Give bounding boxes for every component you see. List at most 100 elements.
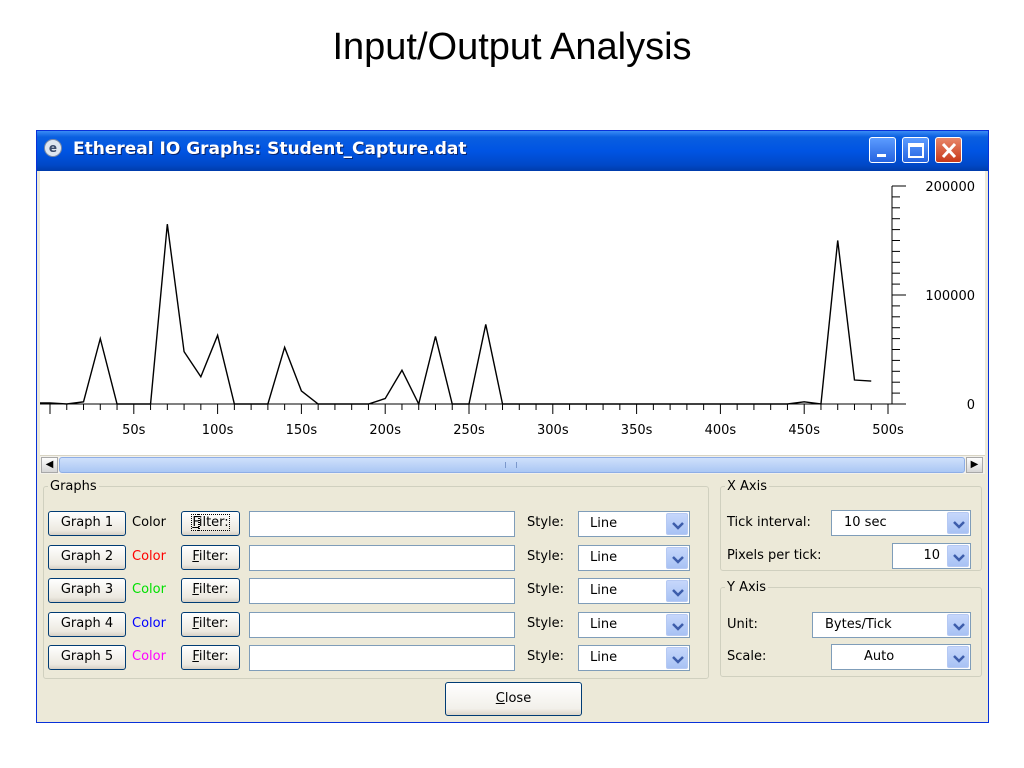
graph-4-filter-input[interactable] — [249, 611, 515, 638]
graph-3-filter-input[interactable] — [249, 578, 515, 604]
graph-4-color-label[interactable]: Color — [132, 615, 166, 633]
scroll-grip-icon — [505, 462, 517, 468]
pixels-per-tick-select[interactable]: 10 — [892, 543, 971, 569]
x-tick-label: 350s — [621, 423, 653, 438]
graph-3-toggle-button[interactable]: Graph 3 — [48, 578, 126, 603]
pixels-per-tick-label: Pixels per tick: — [727, 548, 822, 563]
minimize-button[interactable] — [869, 137, 896, 163]
graph-4-toggle-button[interactable]: Graph 4 — [48, 611, 126, 637]
scroll-thumb[interactable] — [59, 457, 965, 473]
unit-label: Unit: — [727, 617, 758, 632]
chevron-down-icon[interactable] — [666, 647, 688, 669]
x-axis-legend: X Axis — [727, 479, 768, 494]
scale-value: Auto — [864, 649, 895, 664]
tick-interval-select[interactable]: 10 sec — [831, 510, 971, 536]
graphs-legend: Graphs — [50, 479, 97, 494]
graph-2-toggle-button[interactable]: Graph 2 — [48, 544, 126, 570]
graph-3-style-select[interactable]: Line — [578, 578, 690, 604]
graph-1-style-select[interactable]: Line — [578, 511, 690, 537]
unit-value: Bytes/Tick — [825, 617, 892, 632]
ethereal-app-icon: e — [44, 139, 62, 157]
style-value: Line — [590, 516, 618, 531]
x-tick-label: 150s — [286, 423, 318, 438]
graph-1-style-label: Style: — [527, 515, 565, 530]
close-label: lose — [504, 691, 532, 706]
x-tick-label: 400s — [705, 423, 737, 438]
tick-interval-label: Tick interval: — [727, 515, 811, 530]
x-axis-group: X Axis Tick interval: 10 sec Pixels per … — [720, 479, 982, 571]
scroll-right-button[interactable]: ▶ — [966, 457, 983, 473]
graph-4-filter-button[interactable]: Filter: — [181, 611, 240, 637]
style-value: Line — [590, 583, 618, 598]
y-axis-legend: Y Axis — [727, 580, 767, 595]
y-tick-label: 0 — [967, 398, 975, 413]
graph-1-color-label[interactable]: Color — [132, 514, 166, 532]
maximize-button[interactable] — [902, 137, 929, 163]
graph-5-color-label[interactable]: Color — [132, 648, 166, 666]
style-value: Line — [590, 616, 618, 632]
graph-4-style-label: Style: — [527, 615, 565, 631]
io-graph-canvas[interactable]: 50s 100s 150s 200s 250s 300s 350s 400s 450s 500s 2… — [40, 171, 985, 455]
chevron-down-icon[interactable] — [947, 512, 969, 534]
close-accel: C — [495, 691, 505, 706]
graph-5-toggle-button[interactable]: Graph 5 — [48, 645, 126, 670]
io-graphs-window: e Ethereal IO Graphs: Student_Capture.da… — [36, 130, 989, 723]
chevron-down-icon[interactable] — [947, 545, 969, 567]
graph-2-color-label[interactable]: Color — [132, 548, 166, 566]
tick-interval-value: 10 sec — [844, 515, 887, 530]
scale-select[interactable]: Auto — [831, 644, 971, 670]
window-title: Ethereal IO Graphs: Student_Capture.dat — [73, 139, 467, 159]
style-value: Line — [590, 549, 618, 565]
pixels-per-tick-value: 10 — [923, 548, 940, 563]
filter-label: ilter: — [198, 582, 229, 597]
close-window-button[interactable] — [935, 137, 962, 163]
graph-2-filter-button[interactable]: Filter: — [181, 544, 240, 570]
filter-label: ilter: — [197, 514, 230, 531]
x-tick-label: 200s — [369, 423, 401, 438]
graph-2-style-select[interactable]: Line — [578, 544, 690, 571]
graphs-group: Graphs Graph 1 Color Filter: Style: Line Grap… — [43, 479, 709, 679]
graph-3-style-label: Style: — [527, 582, 565, 597]
chevron-down-icon[interactable] — [947, 614, 969, 636]
title-bar[interactable]: e Ethereal IO Graphs: Student_Capture.da… — [37, 131, 988, 171]
graph-1-filter-button[interactable]: Filter: — [181, 511, 240, 536]
chevron-down-icon[interactable] — [666, 546, 688, 569]
graph-5-style-select[interactable]: Line — [578, 645, 690, 671]
x-tick-label: 500s — [872, 423, 904, 438]
graph-3-color-label[interactable]: Color — [132, 581, 166, 599]
y-tick-label: 100000 — [925, 289, 975, 304]
chevron-down-icon[interactable] — [947, 646, 969, 668]
graph-5-filter-button[interactable]: Filter: — [181, 645, 240, 670]
chevron-down-icon[interactable] — [666, 580, 688, 602]
x-tick-label: 250s — [453, 423, 485, 438]
y-tick-label: 200000 — [925, 180, 975, 195]
scroll-left-button[interactable]: ◀ — [41, 457, 58, 473]
series-line — [40, 224, 872, 407]
graph-1-filter-input[interactable] — [249, 511, 515, 537]
x-tick-label: 50s — [122, 423, 146, 438]
filter-label: ilter: — [198, 615, 229, 631]
chevron-down-icon[interactable] — [666, 613, 688, 636]
close-icon — [941, 142, 957, 159]
x-tick-label: 100s — [202, 423, 234, 438]
filter-label: ilter: — [198, 649, 229, 664]
chevron-down-icon[interactable] — [666, 513, 688, 535]
x-tick-label: 450s — [788, 423, 820, 438]
io-line-chart: 50s 100s 150s 200s 250s 300s 350s 400s 450s 500s 2… — [40, 180, 975, 438]
horizontal-scrollbar[interactable]: ◀ ▶ — [40, 455, 985, 474]
minimize-icon — [877, 154, 886, 157]
graph-1-toggle-button[interactable]: Graph 1 — [48, 511, 126, 536]
filter-label: ilter: — [198, 548, 229, 564]
graph-4-style-select[interactable]: Line — [578, 611, 690, 638]
style-value: Line — [590, 650, 618, 665]
graph-5-style-label: Style: — [527, 649, 565, 664]
slide-title: Input/Output Analysis — [332, 26, 692, 68]
close-button[interactable]: Close — [445, 682, 582, 716]
graph-5-filter-input[interactable] — [249, 645, 515, 671]
graph-3-filter-button[interactable]: Filter: — [181, 578, 240, 603]
graph-2-filter-input[interactable] — [249, 544, 515, 571]
graph-2-style-label: Style: — [527, 548, 565, 564]
x-tick-label: 300s — [537, 423, 569, 438]
maximize-icon — [908, 143, 924, 158]
unit-select[interactable]: Bytes/Tick — [812, 612, 971, 638]
